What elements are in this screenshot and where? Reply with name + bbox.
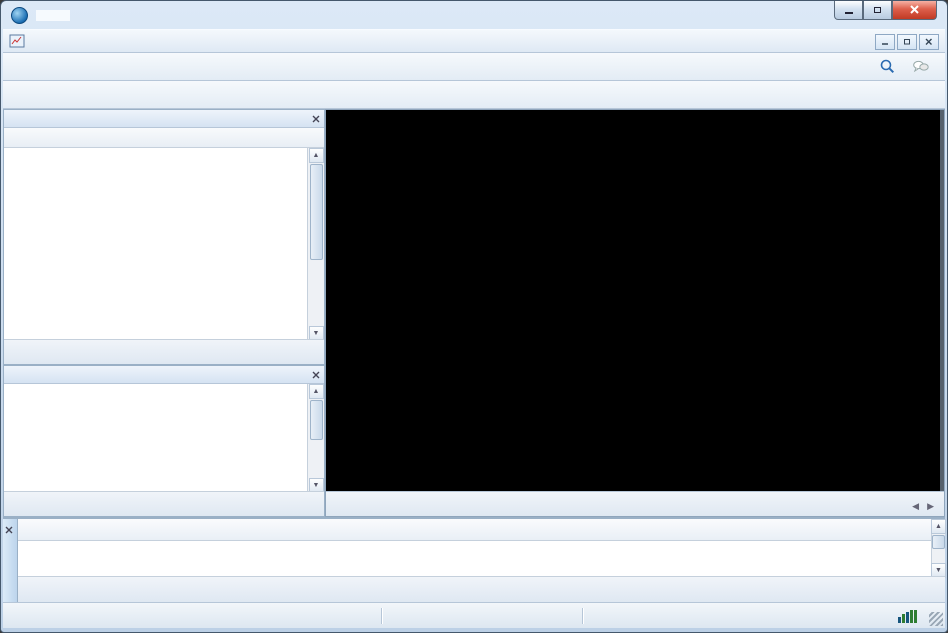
navigator-tree <box>4 384 324 493</box>
terminal-side-strip <box>3 519 18 602</box>
navigator-tabs <box>4 491 324 516</box>
chart-right-frame <box>940 110 944 492</box>
mt4-window: ▲ ▼ ▲ ▼ <box>0 0 948 633</box>
chart-tab-scroll: ◀ ▶ <box>912 501 944 516</box>
title-redaction <box>36 10 70 21</box>
child-minimize-button[interactable] <box>875 34 895 50</box>
scroll-up-icon[interactable]: ▲ <box>931 519 946 534</box>
market-watch-title-bar <box>4 110 324 128</box>
market-watch-close-icon[interactable] <box>312 112 320 126</box>
market-watch-rows <box>4 148 324 341</box>
standard-toolbar <box>3 53 945 81</box>
tab-scroll-left-icon[interactable]: ◀ <box>912 501 919 512</box>
navigator-scrollbar[interactable]: ▲ ▼ <box>307 384 324 493</box>
search-icon[interactable] <box>874 55 900 79</box>
title-bar <box>3 1 945 29</box>
menu-bar <box>3 29 945 53</box>
child-restore-button[interactable] <box>897 34 917 50</box>
tab-scroll-right-icon[interactable]: ▶ <box>927 501 934 512</box>
chat-icon[interactable] <box>908 55 934 79</box>
navigator-title-bar <box>4 366 324 384</box>
market-watch-tabs <box>4 339 324 364</box>
terminal-panel: ▲ ▼ <box>3 517 945 602</box>
chart-window-icon[interactable] <box>9 34 25 48</box>
orders-table <box>18 519 931 578</box>
app-logo-icon <box>11 7 28 24</box>
line-studies-toolbar <box>3 81 945 109</box>
scroll-thumb[interactable] <box>310 400 323 440</box>
chart-tab-bar: ◀ ▶ <box>326 491 944 516</box>
scroll-thumb[interactable] <box>932 535 945 549</box>
child-window-controls <box>875 34 939 50</box>
chart-window: ◀ ▶ <box>325 109 945 517</box>
scroll-up-icon[interactable]: ▲ <box>309 148 324 163</box>
market-watch-header <box>4 128 324 148</box>
navigator-close-icon[interactable] <box>312 368 320 382</box>
resize-grip[interactable] <box>929 612 943 626</box>
window-title <box>34 8 72 22</box>
status-bar <box>3 602 945 628</box>
market-watch-scrollbar[interactable]: ▲ ▼ <box>307 148 324 341</box>
window-controls <box>834 1 937 20</box>
child-close-button[interactable] <box>919 34 939 50</box>
close-button[interactable] <box>892 1 937 20</box>
minimize-button[interactable] <box>834 1 863 20</box>
restore-button[interactable] <box>863 1 892 20</box>
market-watch-panel: ▲ ▼ <box>3 109 325 365</box>
terminal-scrollbar[interactable]: ▲ ▼ <box>931 519 945 578</box>
chart-canvas[interactable] <box>326 110 942 492</box>
navigator-panel: ▲ ▼ <box>3 365 325 517</box>
terminal-close-icon[interactable] <box>5 521 13 539</box>
scroll-up-icon[interactable]: ▲ <box>309 384 324 399</box>
toolbar-right-icons <box>873 55 943 79</box>
connection-status-icon <box>898 609 917 623</box>
scroll-thumb[interactable] <box>310 164 323 260</box>
terminal-tabs <box>18 576 945 602</box>
orders-table-header <box>18 519 931 541</box>
